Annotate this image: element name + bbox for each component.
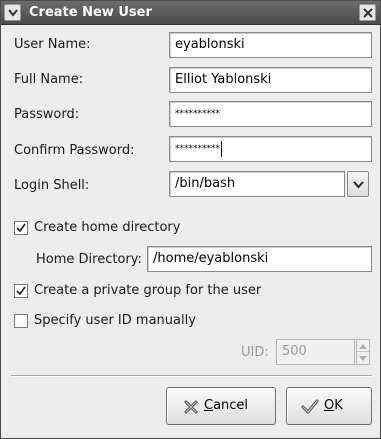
uid-decrement[interactable] (357, 352, 369, 364)
chevron-down-icon (8, 9, 18, 17)
login-shell-dropdown-button[interactable] (347, 171, 369, 197)
uid-label: UID: (241, 345, 269, 360)
window-title: Create New User (29, 5, 152, 20)
create-home-checkbox[interactable] (14, 221, 28, 235)
title-bar[interactable]: Create New User (1, 1, 380, 25)
password-field[interactable]: ********** (169, 101, 372, 127)
cancel-button[interactable]: Cancel (166, 387, 276, 425)
home-directory-label: Home Directory: (36, 252, 142, 267)
specify-uid-label[interactable]: Specify user ID manually (34, 313, 196, 328)
arrow-up-icon (359, 344, 367, 349)
confirm-password-label: Confirm Password: (14, 143, 135, 158)
cancel-icon (184, 400, 198, 414)
specify-uid-checkbox[interactable] (14, 314, 28, 328)
uid-spin-arrows[interactable] (356, 339, 370, 365)
private-group-checkbox[interactable] (14, 284, 28, 298)
login-shell-label: Login Shell: (14, 178, 90, 193)
close-button[interactable] (359, 4, 376, 21)
confirm-password-value: ********** (175, 144, 220, 154)
full-name-field[interactable]: Elliot Yablonski (169, 67, 372, 93)
uid-spinbutton[interactable]: 500 (276, 339, 355, 365)
create-home-label[interactable]: Create home directory (34, 220, 180, 235)
password-label: Password: (14, 107, 80, 122)
login-shell-combo-entry[interactable]: /bin/bash (169, 171, 345, 197)
create-new-user-dialog: Create New User User Name: eyablonski Fu… (0, 0, 381, 439)
checkmark-icon (301, 399, 319, 414)
window-menu-button[interactable] (4, 4, 21, 21)
cancel-button-label: Cancel (204, 398, 249, 413)
user-name-field[interactable]: eyablonski (169, 32, 372, 58)
uid-increment[interactable] (357, 340, 369, 352)
user-name-label: User Name: (14, 37, 91, 52)
home-directory-field[interactable]: /home/eyablonski (147, 246, 372, 272)
chevron-down-icon (353, 181, 364, 189)
ok-button[interactable]: OK (286, 387, 372, 425)
text-cursor (221, 140, 222, 157)
full-name-label: Full Name: (14, 72, 84, 87)
separator (11, 375, 372, 377)
checkmark-icon (16, 223, 26, 233)
ok-button-label: OK (324, 398, 343, 413)
close-icon (363, 8, 373, 18)
arrow-down-icon (359, 356, 367, 361)
private-group-label[interactable]: Create a private group for the user (34, 283, 261, 298)
confirm-password-field[interactable]: ********** (169, 136, 372, 162)
checkmark-icon (16, 286, 26, 296)
